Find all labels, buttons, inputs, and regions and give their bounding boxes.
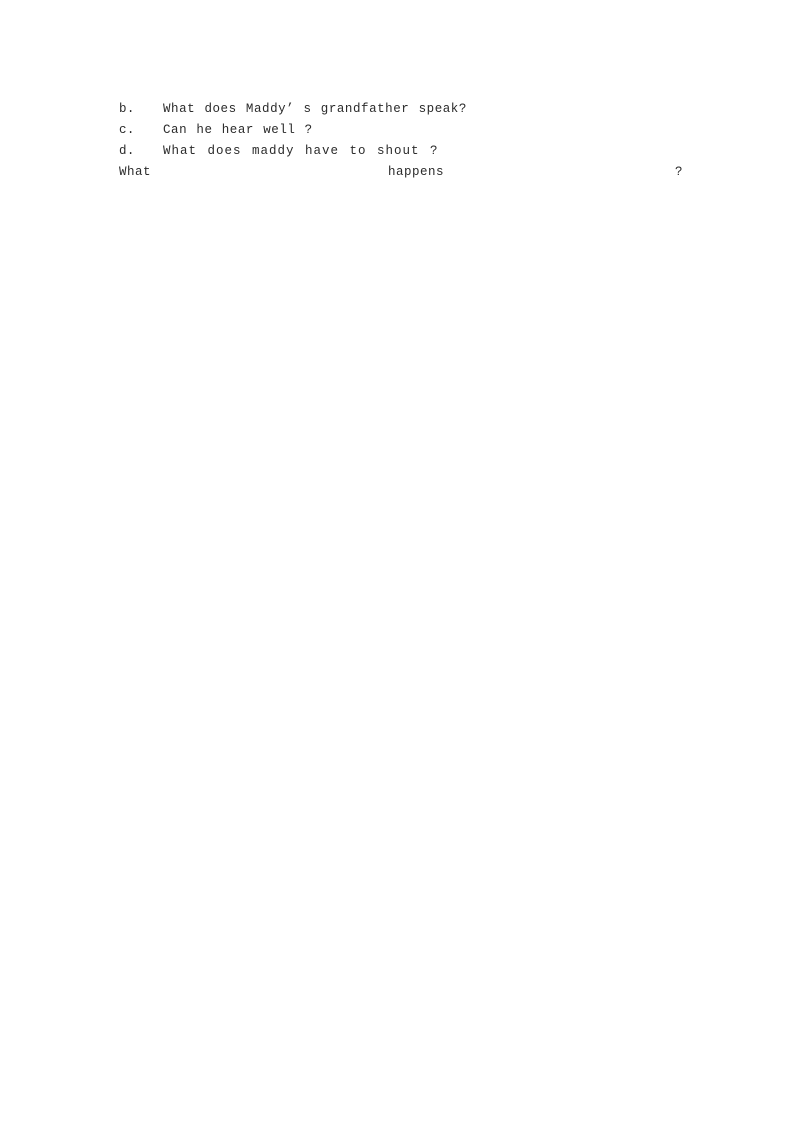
document-page: b. What does Maddy’ s grandfather speak?… xyxy=(0,0,800,1132)
question-text-c: Can he hear well ? xyxy=(163,123,313,137)
spread-line-left-word: What xyxy=(119,165,152,179)
spread-line-question-mark: ? xyxy=(675,165,684,179)
question-label-c: c. xyxy=(119,123,135,137)
question-item-d: d. What does maddy have to shout ? xyxy=(119,141,681,162)
question-item-b: b. What does Maddy’ s grandfather speak? xyxy=(119,99,681,120)
spread-question-line: What happens ? xyxy=(119,162,684,183)
question-list: b. What does Maddy’ s grandfather speak?… xyxy=(119,99,684,183)
question-text-b: What does Maddy’ s grandfather speak? xyxy=(163,102,467,116)
question-item-c: c. Can he hear well ? xyxy=(119,120,681,141)
spread-line-middle-word: happens xyxy=(388,165,445,179)
question-text-d: What does maddy have to shout ? xyxy=(163,144,439,158)
question-label-d: d. xyxy=(119,144,135,158)
question-label-b: b. xyxy=(119,102,135,116)
